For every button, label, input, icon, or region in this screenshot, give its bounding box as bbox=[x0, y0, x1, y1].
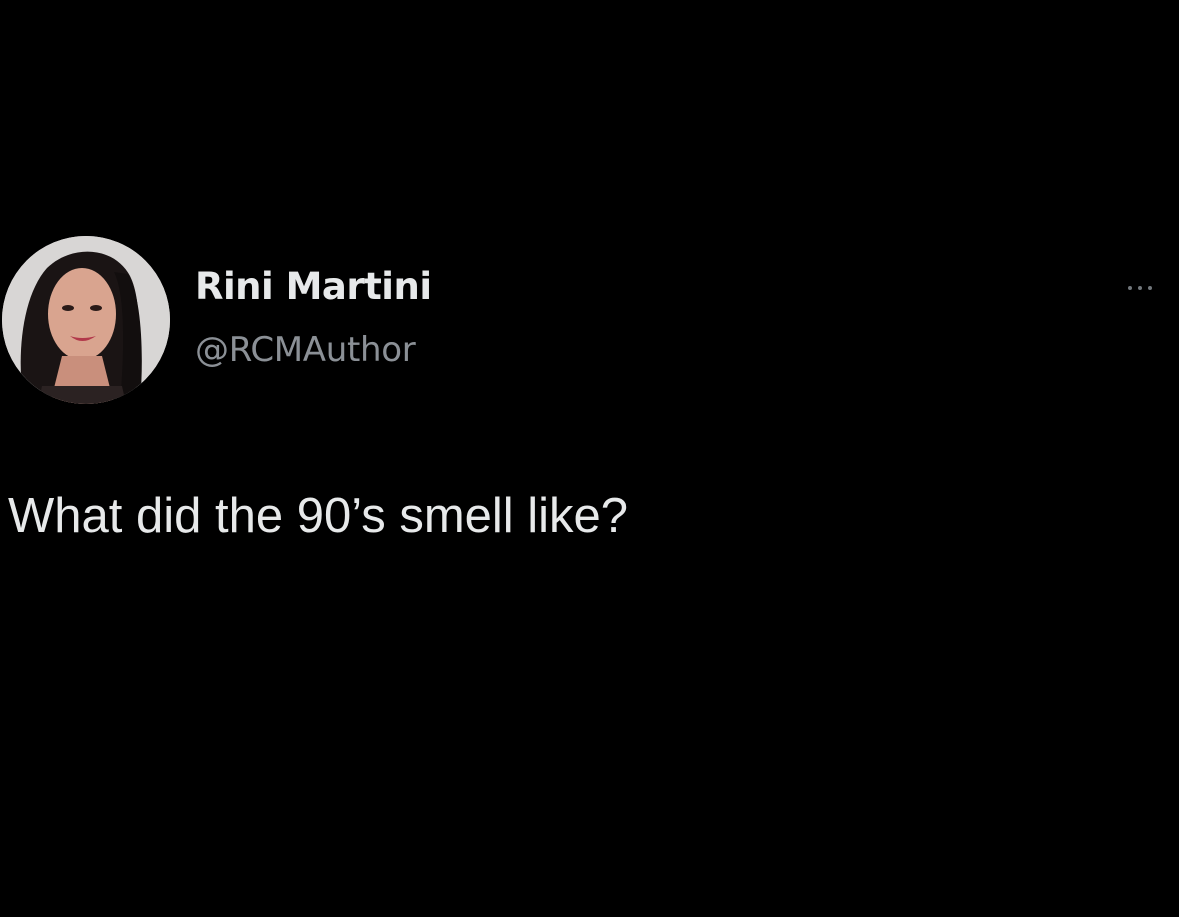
author-handle[interactable]: @RCMAuthor bbox=[195, 330, 416, 370]
avatar[interactable] bbox=[2, 236, 170, 404]
author-display-name[interactable]: Rini Martini bbox=[195, 265, 432, 308]
profile-photo-icon bbox=[2, 236, 170, 404]
tweet-text: What did the 90’s smell like? bbox=[8, 489, 629, 543]
more-horizontal-icon-dot bbox=[1148, 286, 1152, 290]
more-options-button[interactable] bbox=[1128, 276, 1179, 300]
more-horizontal-icon bbox=[1128, 286, 1132, 290]
tweet-card: Rini Martini @RCMAuthor What did the 90’… bbox=[0, 0, 1179, 917]
more-horizontal-icon-dot bbox=[1138, 286, 1142, 290]
